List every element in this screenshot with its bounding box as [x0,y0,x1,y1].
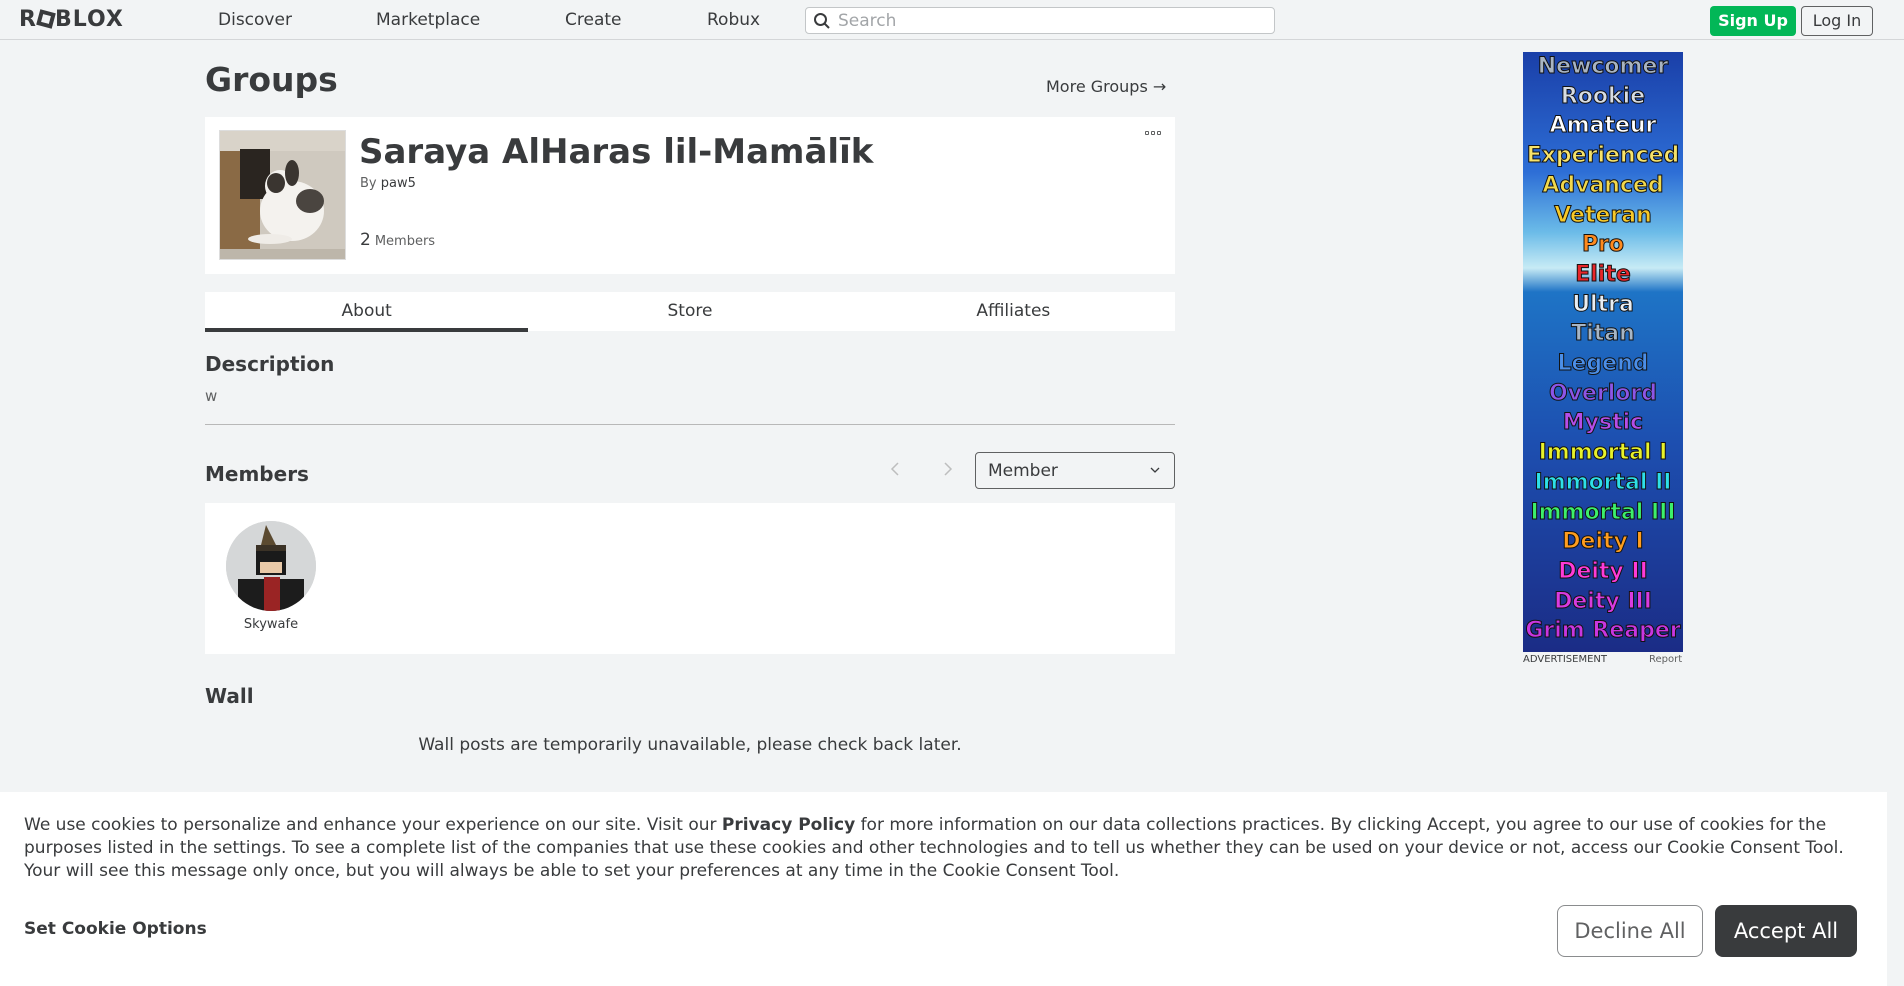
top-navigation: R BLOX Discover Marketplace Create Robux … [0,0,1904,40]
group-member-count: 2 Members [360,230,435,250]
wall-heading: Wall [205,684,254,708]
more-options-icon[interactable] [1145,131,1163,139]
group-emblem-image [219,130,346,260]
group-tabs: About Store Affiliates [205,292,1175,332]
nav-robux[interactable]: Robux [707,10,760,30]
ad-rank: Rookie [1560,83,1646,109]
ad-rank: Overlord [1548,380,1658,406]
ad-rank: Advanced [1542,172,1664,198]
page-title: Groups [205,60,338,99]
ad-rank: Experienced [1526,143,1680,169]
ad-rank: Deity I [1562,529,1644,555]
search-icon [814,13,830,29]
accept-all-button[interactable]: Accept All [1715,905,1857,957]
group-name: Saraya AlHaras lil-Mamālīk [359,132,874,172]
role-filter-value: Member [988,461,1058,481]
member-count-label: Members [374,234,436,249]
member-count-number: 2 [360,230,371,250]
avatar[interactable] [226,521,316,611]
member-name[interactable]: Skywafe [215,617,327,632]
member-avatar-picture [226,521,316,611]
chevron-down-icon [1150,467,1160,473]
sign-up-button[interactable]: Sign Up [1710,6,1796,36]
members-heading: Members [205,462,309,486]
description-text: w [205,387,218,405]
section-divider [205,424,1175,425]
role-filter-select[interactable]: Member [975,452,1175,489]
decline-all-button[interactable]: Decline All [1557,905,1703,957]
group-owner-link[interactable]: paw5 [381,176,416,191]
members-list: Skywafe [205,503,1175,654]
ad-rank: Grim Reaper [1525,618,1681,644]
ad-rank: Newcomer [1537,54,1669,80]
ad-rank: Veteran [1554,202,1653,228]
group-owner-line: By paw5 [360,176,416,191]
ad-rank: Immortal I [1538,440,1668,466]
advertisement-label: ADVERTISEMENT [1523,654,1608,665]
ad-rank: Deity III [1554,588,1653,614]
tab-about[interactable]: About [205,292,529,332]
ad-rank: Amateur [1549,113,1657,139]
ad-rank: Titan [1571,321,1636,347]
tab-affiliates[interactable]: Affiliates [852,292,1175,331]
nav-create[interactable]: Create [565,10,622,30]
by-label: By [360,176,377,191]
next-page-icon[interactable] [942,461,954,477]
ad-rank: Elite [1575,261,1632,287]
more-groups-link[interactable]: More Groups → [1046,77,1166,96]
search-box[interactable] [805,7,1275,34]
ad-rank: Pro [1581,232,1625,258]
ad-rank: Ultra [1572,291,1635,317]
ad-rank: Immortal II [1534,469,1672,495]
roblox-logo[interactable]: R BLOX [19,7,124,32]
ad-rank: Deity II [1558,558,1649,584]
ad-rank: Mystic [1562,410,1644,436]
group-emblem-picture [220,131,345,259]
cookie-consent-text: We use cookies to personalize and enhanc… [24,814,1869,883]
privacy-policy-link[interactable]: Privacy Policy [722,815,855,835]
group-header-card: Saraya AlHaras lil-Mamālīk By paw5 2 Memb… [205,117,1175,274]
tab-store[interactable]: Store [528,292,851,331]
nav-marketplace[interactable]: Marketplace [376,10,480,30]
cookie-consent-banner: We use cookies to personalize and enhanc… [0,792,1887,986]
report-ad-link[interactable]: Report [1649,654,1682,665]
advertisement-banner[interactable]: Newcomer Rookie Amateur Experienced Adva… [1523,52,1683,652]
previous-page-icon[interactable] [889,461,901,477]
set-cookie-options-button[interactable]: Set Cookie Options [24,919,207,939]
log-in-button[interactable]: Log In [1801,6,1873,36]
cookie-text-before: We use cookies to personalize and enhanc… [24,815,722,835]
ad-rank: Immortal III [1530,499,1676,525]
description-heading: Description [205,352,335,376]
ad-rank: Legend [1557,351,1649,377]
nav-discover[interactable]: Discover [218,10,292,30]
search-input[interactable] [838,10,1268,31]
wall-unavailable-message: Wall posts are temporarily unavailable, … [418,735,962,755]
